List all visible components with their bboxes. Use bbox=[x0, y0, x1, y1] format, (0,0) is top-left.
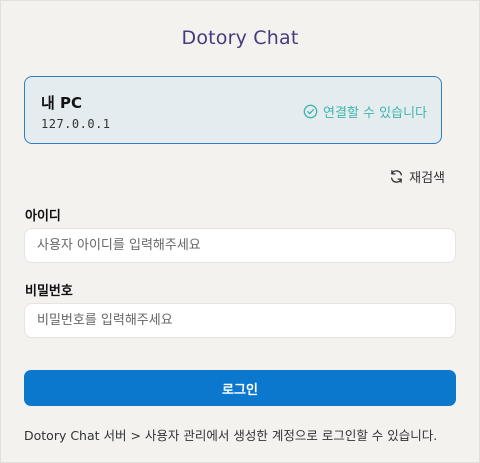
login-window: Dotory Chat 내 PC 127.0.0.1 연결할 수 있습니다 재검… bbox=[0, 0, 480, 463]
login-button[interactable]: 로그인 bbox=[24, 370, 456, 406]
username-label: 아이디 bbox=[25, 209, 61, 224]
server-status: 연결할 수 있습니다 bbox=[303, 102, 427, 121]
server-status-text: 연결할 수 있습니다 bbox=[323, 106, 427, 121]
server-name: 내 PC bbox=[41, 94, 83, 112]
login-help-text: Dotory Chat 서버 > 사용자 관리에서 생성한 계정으로 로그인할 … bbox=[24, 428, 438, 443]
password-input[interactable] bbox=[24, 303, 456, 338]
check-circle-icon bbox=[303, 104, 318, 119]
server-card[interactable]: 내 PC 127.0.0.1 연결할 수 있습니다 bbox=[24, 76, 442, 144]
refresh-icon bbox=[389, 169, 404, 184]
username-input[interactable] bbox=[24, 228, 456, 263]
rescan-label: 재검색 bbox=[409, 171, 445, 186]
rescan-button[interactable]: 재검색 bbox=[389, 167, 445, 186]
app-title: Dotory Chat bbox=[181, 27, 299, 49]
server-address: 127.0.0.1 bbox=[41, 117, 111, 131]
password-label: 비밀번호 bbox=[25, 284, 73, 299]
